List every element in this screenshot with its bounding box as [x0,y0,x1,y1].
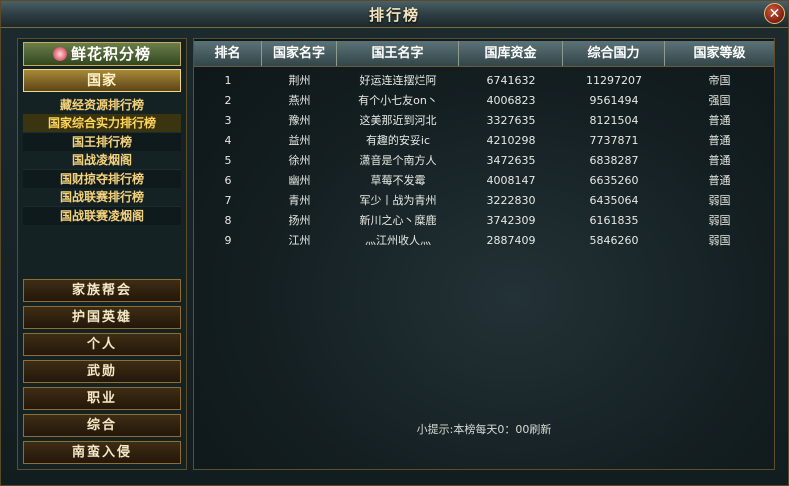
cell-rank: 6 [224,174,232,187]
cell-power: 11297207 [586,74,642,87]
cell-level: 普通 [708,134,731,147]
table-row[interactable]: 7 青州 军少丨战为青州 3222830 6435064 弱国 [194,191,774,211]
category-invasion-button[interactable]: 南蛮入侵 [23,441,181,464]
cell-treasury: 3472635 [486,154,536,167]
cell-level: 普通 [708,174,731,187]
cell-king: 新川之心丶糜鹿 [359,214,437,227]
window-title: 排行榜 [368,6,420,24]
sub-item-plunder-ranking[interactable]: 国财掠夺排行榜 [23,169,181,188]
cell-rank: 3 [224,114,232,127]
sub-item-national-strength-ranking[interactable]: 国家综合实力排行榜 [23,114,181,132]
close-icon[interactable]: ✕ [764,3,785,24]
cell-king: 灬江州收人灬 [365,234,431,247]
cell-country: 燕州 [288,94,311,107]
cell-power: 5846260 [589,234,639,247]
flower-ranking-tab[interactable]: 鲜花积分榜 [23,42,181,66]
table-row[interactable]: 8 扬州 新川之心丶糜鹿 3742309 6161835 弱国 [194,211,774,231]
category-hero-button[interactable]: 护国英雄 [23,306,181,329]
header-king-name[interactable]: 国王名字 [337,41,459,66]
cell-country: 青州 [288,194,311,207]
cell-power: 8121504 [589,114,639,127]
category-personal-button[interactable]: 个人 [23,333,181,356]
cell-treasury: 6741632 [486,74,536,87]
cell-country: 江州 [288,234,311,247]
table-row[interactable]: 5 徐州 潇音是个南方人 3472635 6838287 普通 [194,151,774,171]
header-treasury[interactable]: 国库资金 [459,41,563,66]
cell-level: 普通 [708,114,731,127]
cell-rank: 8 [224,214,232,227]
category-family-guild-button[interactable]: 家族帮会 [23,279,181,302]
cell-power: 7737871 [589,134,639,147]
country-sublist: 藏经资源排行榜 国家综合实力排行榜 国王排行榜 国战凌烟阁 国财掠夺排行榜 国战… [23,96,181,225]
cell-level: 帝国 [708,74,731,87]
cell-treasury: 3742309 [486,214,536,227]
cell-king: 草莓不发霉 [370,174,426,187]
cell-power: 6635260 [589,174,639,187]
header-country-level[interactable]: 国家等级 [665,41,774,66]
cell-level: 弱国 [708,194,731,207]
cell-country: 益州 [288,134,311,147]
cell-rank: 9 [224,234,232,247]
ranking-panel: 排名 国家名字 国王名字 国库资金 综合国力 国家等级 1 荆州 好运连连摆烂阿… [193,38,775,470]
cell-rank: 7 [224,194,232,207]
cell-king: 好运连连摆烂阿 [359,74,437,87]
table-row[interactable]: 2 燕州 有个小七友on丶 4006823 9561494 强国 [194,91,774,111]
cell-rank: 4 [224,134,232,147]
table-row[interactable]: 1 荆州 好运连连摆烂阿 6741632 11297207 帝国 [194,71,774,91]
cell-power: 6161835 [589,214,639,227]
category-merit-button[interactable]: 武勋 [23,360,181,383]
sub-item-war-hall[interactable]: 国战凌烟阁 [23,151,181,169]
cell-king: 这美那近到河北 [359,114,437,127]
category-overall-button[interactable]: 综合 [23,414,181,437]
cell-country: 徐州 [288,154,311,167]
header-rank[interactable]: 排名 [194,41,262,66]
cell-rank: 2 [224,94,232,107]
table-row[interactable]: 6 幽州 草莓不发霉 4008147 6635260 普通 [194,171,774,191]
cell-level: 弱国 [708,214,731,227]
table-row[interactable]: 4 益州 有趣的安妥ic 4210298 7737871 普通 [194,131,774,151]
cell-king: 有趣的安妥ic [365,134,431,147]
flower-tab-label: 鲜花积分榜 [70,45,151,63]
cell-king: 有个小七友on丶 [358,94,438,107]
sub-item-league-hall[interactable]: 国战联赛凌烟阁 [23,206,181,225]
cell-level: 强国 [708,94,731,107]
sub-item-scripture-ranking[interactable]: 藏经资源排行榜 [23,96,181,114]
cell-treasury: 3327635 [486,114,536,127]
cell-rank: 5 [224,154,232,167]
category-country[interactable]: 国家 [23,69,181,92]
cell-power: 6838287 [589,154,639,167]
cell-level: 普通 [708,154,731,167]
cell-treasury: 3222830 [486,194,536,207]
table-header: 排名 国家名字 国王名字 国库资金 综合国力 国家等级 [194,41,774,67]
sub-item-king-ranking[interactable]: 国王排行榜 [23,132,181,151]
category-buttons: 家族帮会 护国英雄 个人 武勋 职业 综合 南蛮入侵 [23,279,181,468]
cell-rank: 1 [224,74,232,87]
sidebar: 鲜花积分榜 国家 藏经资源排行榜 国家综合实力排行榜 国王排行榜 国战凌烟阁 国… [17,38,187,470]
cell-power: 9561494 [589,94,639,107]
cell-level: 弱国 [708,234,731,247]
refresh-hint: 小提示:本榜每天0：00刷新 [416,423,552,436]
header-national-power[interactable]: 综合国力 [563,41,665,66]
table-body: 1 荆州 好运连连摆烂阿 6741632 11297207 帝国 2 燕州 有个… [194,71,774,251]
cell-treasury: 2887409 [486,234,536,247]
cell-treasury: 4006823 [486,94,536,107]
cell-country: 扬州 [288,214,311,227]
table-row[interactable]: 3 豫州 这美那近到河北 3327635 8121504 普通 [194,111,774,131]
category-profession-button[interactable]: 职业 [23,387,181,410]
cell-king: 军少丨战为青州 [359,194,437,207]
cell-country: 幽州 [288,174,311,187]
cell-country: 豫州 [288,114,311,127]
cell-power: 6435064 [589,194,639,207]
cell-treasury: 4210298 [486,134,536,147]
cell-treasury: 4008147 [486,174,536,187]
ranking-window: 排行榜 ✕ 鲜花积分榜 国家 藏经资源排行榜 国家综合实力排行榜 国王排行榜 国… [0,0,789,486]
sub-item-league-ranking[interactable]: 国战联赛排行榜 [23,188,181,206]
header-country-name[interactable]: 国家名字 [262,41,337,66]
title-bar: 排行榜 ✕ [1,1,788,28]
table-row[interactable]: 9 江州 灬江州收人灬 2887409 5846260 弱国 [194,231,774,251]
cell-king: 潇音是个南方人 [359,154,437,167]
cell-country: 荆州 [288,74,311,87]
flower-icon [52,47,67,61]
